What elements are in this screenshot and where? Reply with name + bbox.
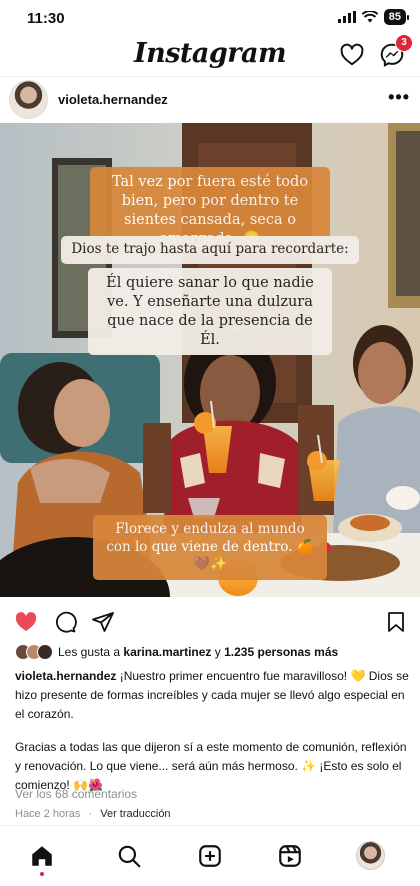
share-icon[interactable] [91,610,115,634]
likes-row[interactable]: Les gusta a karina.martinez y 1.235 pers… [15,644,338,660]
profile-avatar[interactable] [356,841,385,870]
post-username[interactable]: violeta.hernandez [58,92,168,107]
heart-icon[interactable] [339,42,365,68]
more-options-icon[interactable]: ••• [388,87,410,108]
likes-count[interactable]: 1.235 personas más [224,645,338,659]
app-header: Instagram 3 [0,34,420,76]
likes-prefix: Les gusta a [58,645,121,659]
overlay-text-3: Él quiere sanar lo que nadie ve. Y enseñ… [0,268,420,356]
status-time: 11:30 [27,10,65,27]
view-comments-link[interactable]: Ver los 68 comentarios [15,787,137,801]
see-translation-link[interactable]: Ver traducción [100,808,170,820]
reels-icon[interactable] [277,843,303,869]
post-header: violeta.hernandez ••• [0,76,420,123]
bottom-nav [0,825,420,886]
signal-icon [337,11,356,23]
post-image[interactable]: Tal vez por fuera esté todo bien, pero p… [0,123,420,597]
battery-icon: 85 [383,9,410,25]
post-meta: Hace 2 horas · Ver traducción [15,808,171,820]
like-heart-icon[interactable] [14,610,38,634]
messenger-button[interactable]: 3 [379,34,413,68]
home-active-dot [40,872,44,876]
wifi-icon [361,11,378,23]
likes-user[interactable]: karina.martinez [123,645,211,659]
bookmark-icon[interactable] [384,610,408,634]
messages-badge: 3 [395,34,413,52]
create-icon[interactable] [197,843,223,869]
status-bar: 11:30 85 [0,0,420,36]
meta-separator: · [88,808,93,820]
comment-icon[interactable] [53,610,77,634]
overlay-text-4: Florece y endulza al mundo con lo que vi… [0,515,420,580]
caption-username[interactable]: violeta.hernandez [15,669,116,683]
post-author-avatar[interactable] [9,80,48,119]
post-time: Hace 2 horas [15,808,81,820]
post-caption: violeta.hernandez ¡Nuestro primer encuen… [15,667,410,795]
search-icon[interactable] [116,843,142,869]
likes-text: Les gusta a karina.martinez y 1.235 pers… [58,645,338,659]
home-icon[interactable] [29,843,55,869]
likes-middle: y [214,645,221,659]
overlay-text-2: Dios te trajo hasta aquí para recordarte… [0,236,420,264]
post-actions [0,597,420,643]
liker-avatar [37,644,53,660]
status-icons: 85 [337,9,410,25]
